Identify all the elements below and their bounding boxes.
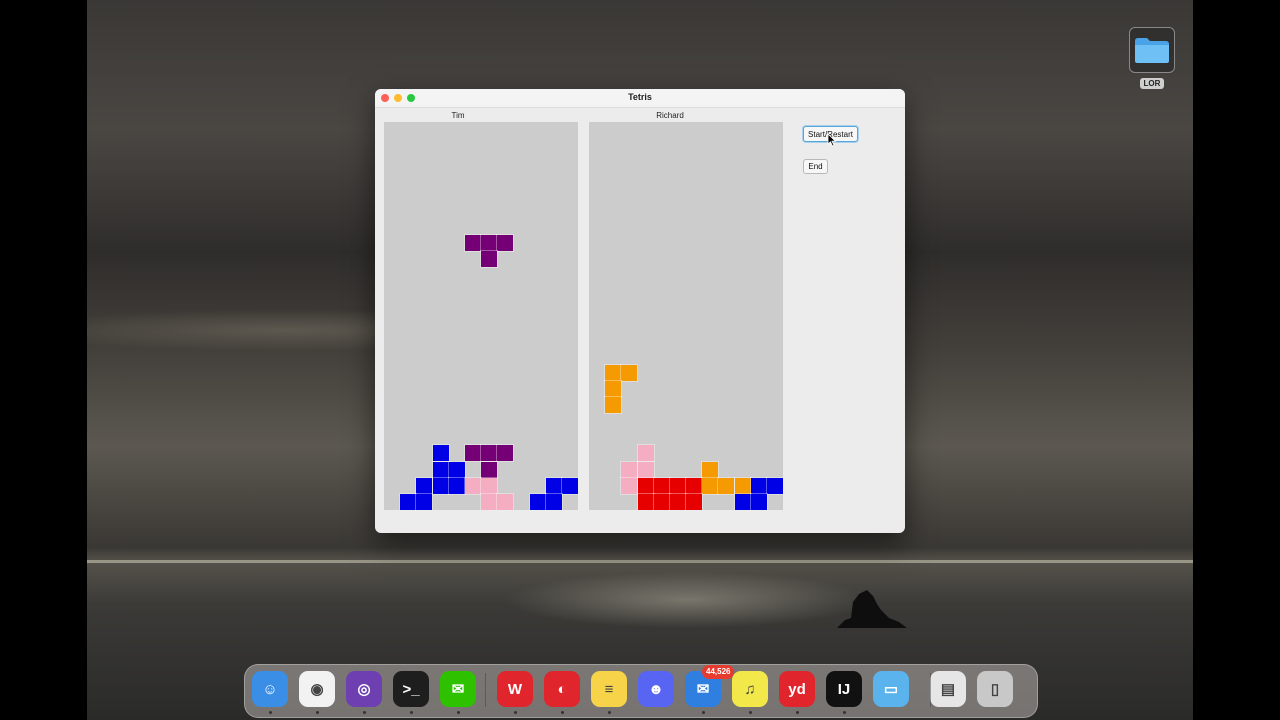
block-cell — [620, 460, 639, 479]
dock: ☺ ◉ ◎ >_ ✉ W ◐ ≡ ☻ ✉ ♫ yd IJ ▭ ▤ ▯ — [244, 664, 1038, 718]
block-cell — [415, 492, 434, 510]
block-cell — [620, 476, 639, 495]
block-cell — [749, 476, 768, 495]
dock-separator — [485, 673, 486, 707]
block-cell — [636, 476, 655, 495]
github-desktop-icon[interactable]: ◎ — [346, 671, 382, 707]
wps-office-icon[interactable]: W — [497, 671, 533, 707]
block-cell — [636, 460, 655, 479]
running-indicator — [561, 711, 564, 714]
block-cell — [604, 363, 623, 382]
block-cell — [717, 476, 736, 495]
block-cell — [749, 492, 768, 510]
running-indicator — [843, 711, 846, 714]
title-bar: Tetris — [375, 89, 905, 108]
block-cell — [652, 476, 671, 495]
block-cell — [544, 492, 563, 510]
block-cell — [701, 476, 720, 495]
block-cell — [479, 476, 499, 495]
block-cell — [604, 379, 623, 398]
running-indicator — [410, 711, 413, 714]
block-cell — [620, 363, 639, 382]
block-cell — [668, 492, 687, 510]
block-cell — [765, 476, 783, 495]
block-cell — [431, 444, 450, 463]
qq-music-icon[interactable]: ♫ — [732, 671, 768, 707]
folder-icon — [1129, 27, 1175, 73]
block-cell — [496, 234, 515, 253]
mouse-pointer-icon — [827, 133, 837, 147]
block-cell — [684, 492, 704, 510]
folder-icon[interactable]: ▭ — [873, 671, 909, 707]
tetris-window: Tetris Tim Richard Start/Restart End — [375, 89, 905, 533]
rock-silhouette — [837, 590, 907, 628]
block-cell — [733, 492, 752, 510]
player-name-tim: Tim — [451, 111, 465, 120]
chrome-icon[interactable]: ◉ — [299, 671, 335, 707]
terminal-icon[interactable]: >_ — [393, 671, 429, 707]
running-indicator — [749, 711, 752, 714]
notes-icon[interactable]: ≡ — [591, 671, 627, 707]
running-indicator — [457, 711, 460, 714]
intellij-icon[interactable]: IJ — [826, 671, 862, 707]
player-name-richard: Richard — [656, 111, 684, 120]
block-cell — [479, 234, 499, 253]
netease-music-icon[interactable]: ◐ — [544, 671, 580, 707]
block-cell — [447, 476, 466, 495]
mail-unread-badge: 44,526 — [702, 665, 735, 679]
discord-icon[interactable]: ☻ — [638, 671, 674, 707]
block-cell — [431, 476, 450, 495]
tetris-board-richard — [589, 122, 783, 510]
block-cell — [415, 476, 434, 495]
block-cell — [496, 492, 515, 510]
desktop-folder-label: LOR — [1139, 78, 1165, 89]
dock-separator — [930, 673, 931, 707]
block-cell — [668, 476, 687, 495]
running-indicator — [269, 711, 272, 714]
running-indicator — [316, 711, 319, 714]
block-cell — [636, 444, 655, 463]
block-cell — [684, 476, 704, 495]
trash-icon[interactable]: ▯ — [977, 671, 1013, 707]
block-cell — [701, 460, 720, 479]
youdao-icon[interactable]: yd — [779, 671, 815, 707]
block-cell — [399, 492, 418, 510]
block-cell — [463, 234, 482, 253]
block-cell — [479, 460, 499, 479]
wechat-icon[interactable]: ✉ — [440, 671, 476, 707]
end-button[interactable]: End — [803, 159, 828, 174]
preview-icon[interactable]: ▤ — [930, 671, 966, 707]
block-cell — [463, 444, 482, 463]
tetris-board-tim — [384, 122, 578, 510]
block-cell — [528, 492, 547, 510]
block-cell — [604, 395, 623, 414]
desktop-folder[interactable]: LOR — [1128, 27, 1176, 91]
running-indicator — [514, 711, 517, 714]
block-cell — [479, 492, 499, 510]
running-indicator — [363, 711, 366, 714]
block-cell — [496, 444, 515, 463]
block-cell — [479, 444, 499, 463]
running-indicator — [702, 711, 705, 714]
block-cell — [560, 476, 578, 495]
block-cell — [463, 476, 482, 495]
block-cell — [733, 476, 752, 495]
running-indicator — [796, 711, 799, 714]
running-indicator — [608, 711, 611, 714]
finder-icon[interactable]: ☺ — [252, 671, 288, 707]
block-cell — [544, 476, 563, 495]
block-cell — [636, 492, 655, 510]
block-cell — [652, 492, 671, 510]
window-title: Tetris — [628, 92, 652, 102]
block-cell — [447, 460, 466, 479]
block-cell — [431, 460, 450, 479]
block-cell — [479, 250, 499, 269]
